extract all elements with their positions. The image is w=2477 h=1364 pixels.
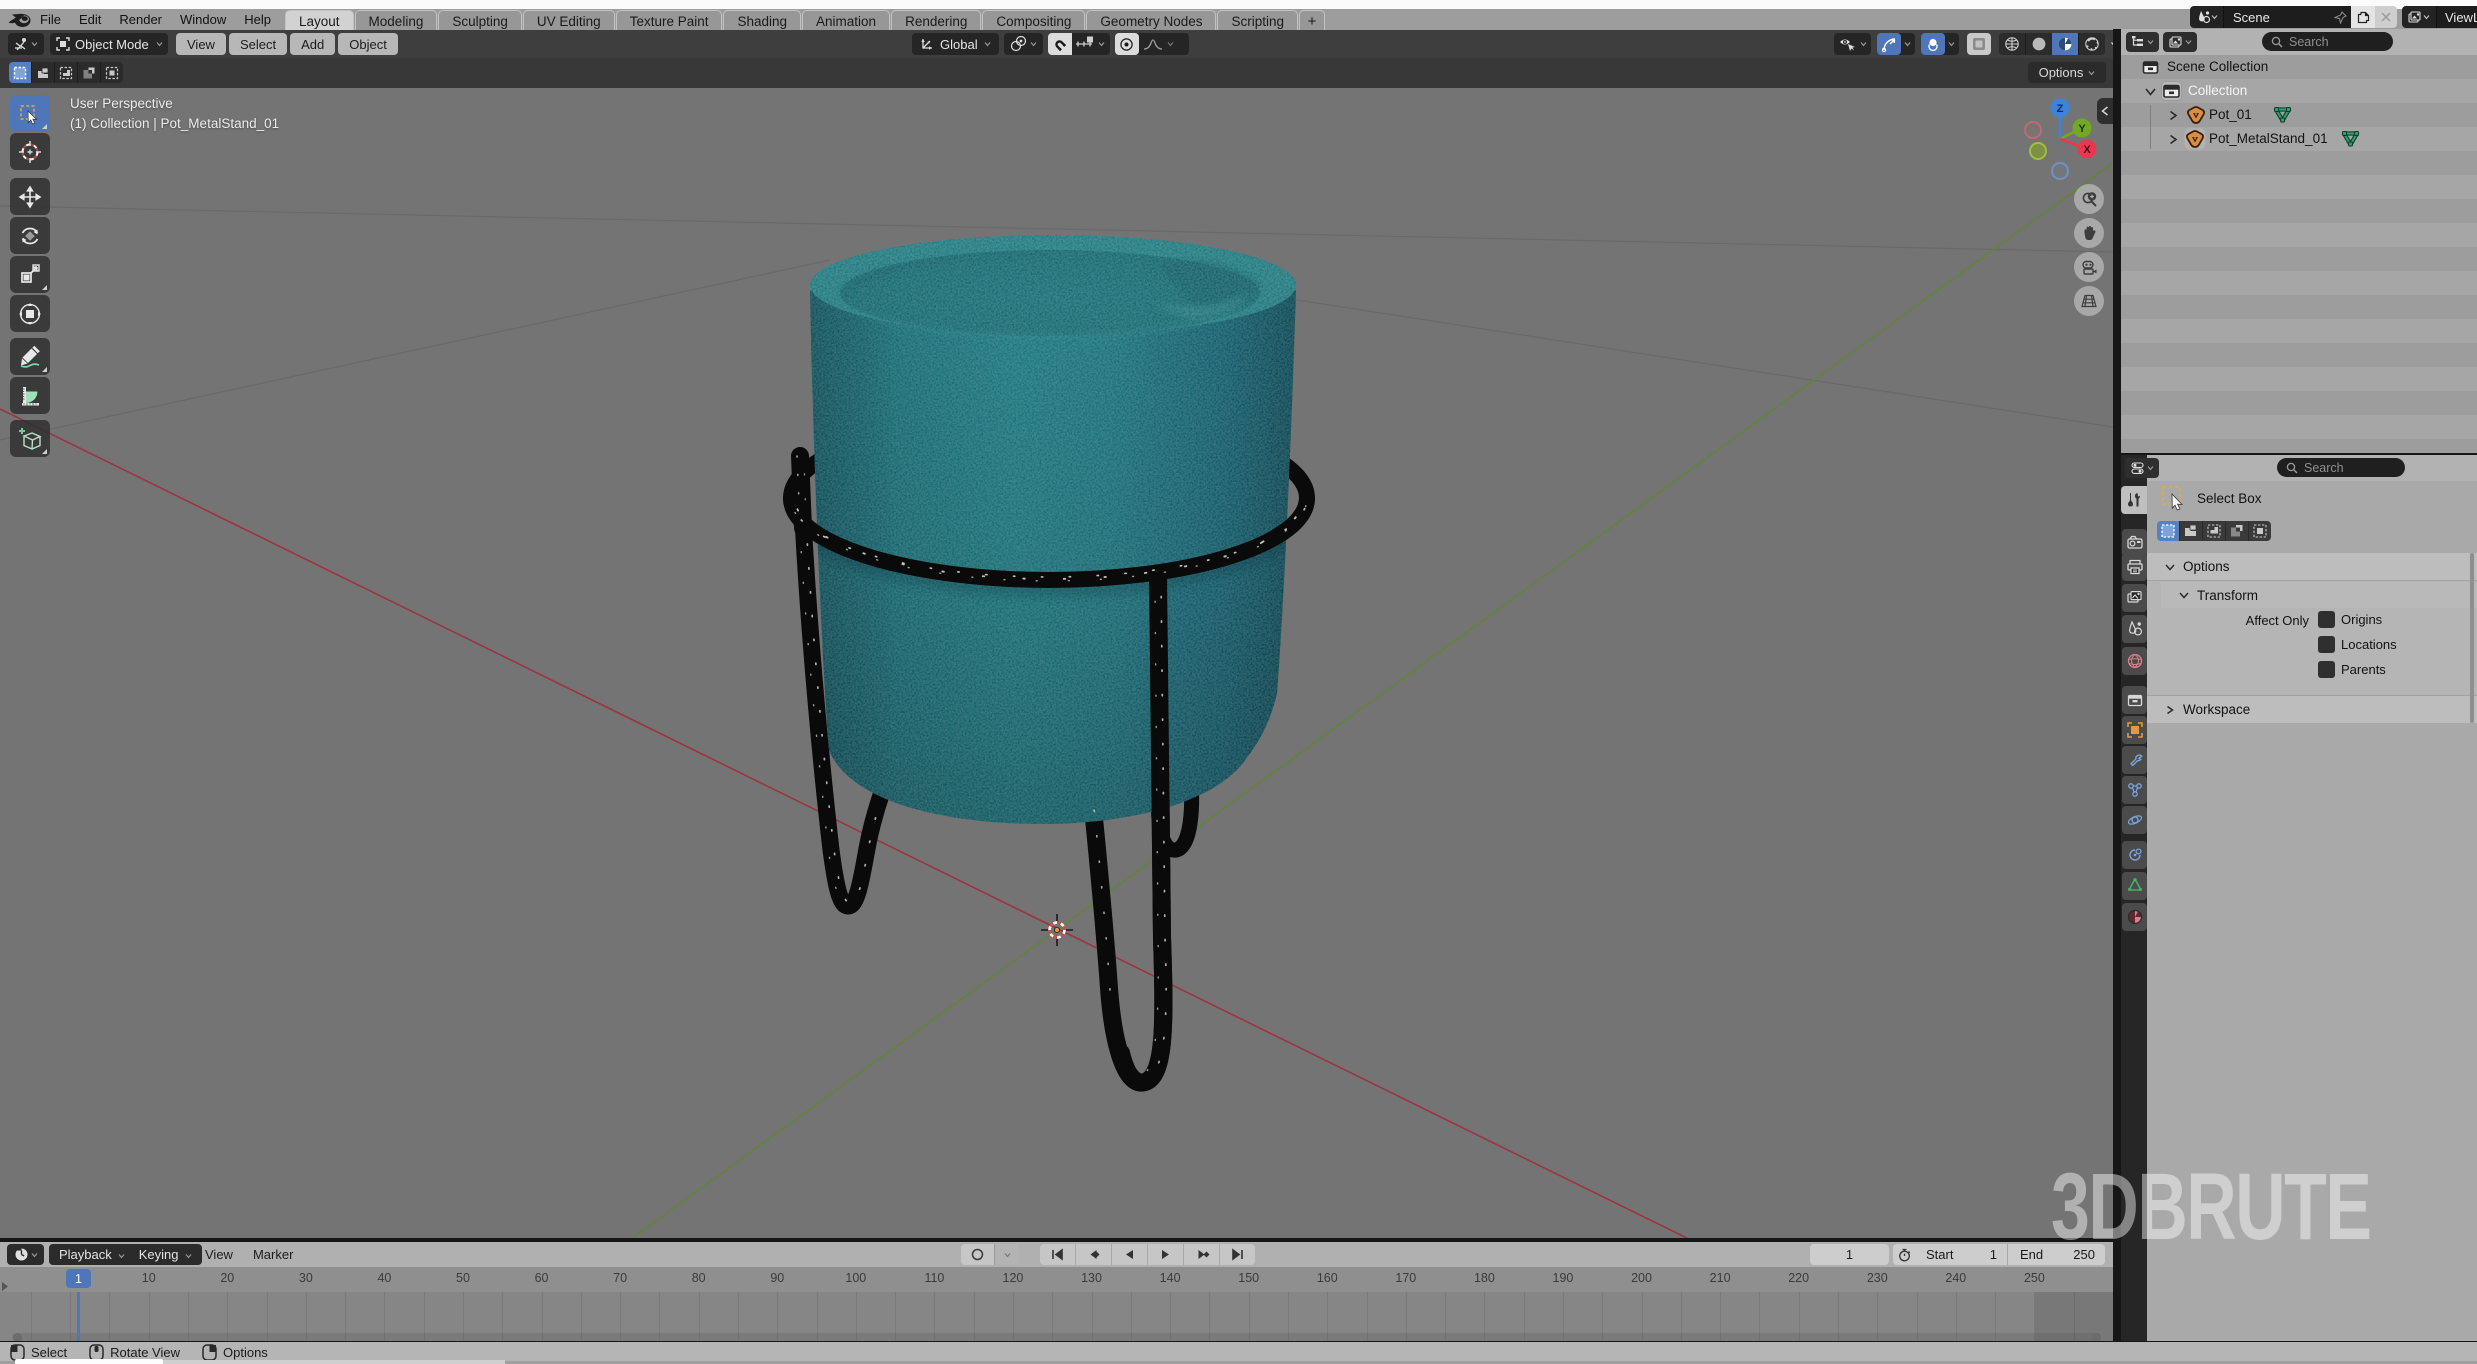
svg-text:X: X (2083, 144, 2091, 156)
svg-text:Y: Y (2078, 123, 2086, 135)
svg-text:Z: Z (2057, 103, 2064, 115)
